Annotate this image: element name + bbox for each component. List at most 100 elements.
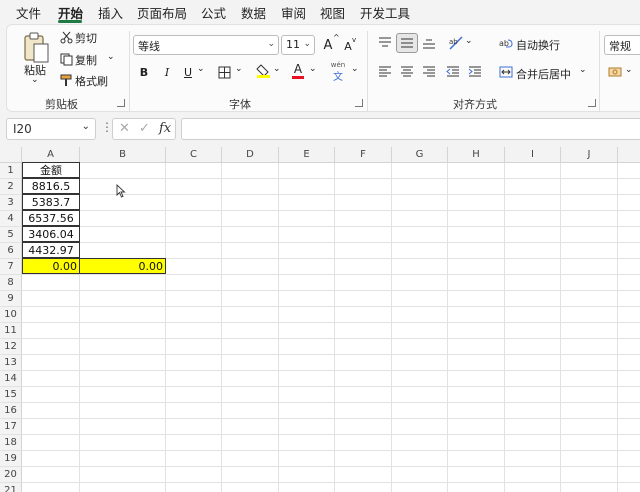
align-center-icon[interactable] (399, 65, 415, 79)
phonetic-dropdown-chevron-icon[interactable]: ⌄ (351, 64, 359, 74)
select-all-corner[interactable] (0, 147, 22, 163)
underline-dropdown-chevron-icon[interactable]: ⌄ (197, 64, 205, 74)
font-launcher-icon[interactable] (355, 99, 363, 107)
menu-page-layout[interactable]: 页面布局 (137, 3, 187, 22)
font-size-dropdown[interactable]: 11 ⌄ (281, 35, 315, 55)
column-header-F[interactable]: F (335, 147, 392, 163)
row-header-8[interactable]: 8 (0, 275, 22, 291)
format-painter-icon[interactable] (59, 73, 73, 87)
orientation-dropdown-chevron-icon[interactable]: ⌄ (465, 36, 473, 46)
format-painter-button[interactable]: 格式刷 (75, 73, 108, 89)
column-header-C[interactable]: C (166, 147, 222, 163)
paste-dropdown-chevron-icon[interactable]: ⌄ (31, 75, 39, 85)
row-header-18[interactable]: 18 (0, 435, 22, 451)
row-header-6[interactable]: 6 (0, 243, 22, 259)
italic-button[interactable]: I (160, 64, 174, 80)
wrap-text-icon[interactable]: ab (499, 36, 513, 50)
align-top-icon[interactable] (377, 35, 393, 51)
row-header-12[interactable]: 12 (0, 339, 22, 355)
merge-center-button[interactable]: 合并后居中 (516, 66, 571, 82)
row-header-20[interactable]: 20 (0, 467, 22, 483)
menu-view[interactable]: 视图 (320, 3, 345, 22)
cell-A7-total[interactable]: 0.00 (22, 258, 80, 274)
copy-icon[interactable] (59, 52, 73, 66)
formula-input[interactable] (181, 118, 640, 140)
cell-A2-amount[interactable]: 8816.5 (22, 178, 80, 194)
column-header-D[interactable]: D (222, 147, 279, 163)
cell-A5-amount[interactable]: 3406.04 (22, 226, 80, 242)
menu-insert[interactable]: 插入 (98, 3, 123, 22)
row-header-17[interactable]: 17 (0, 419, 22, 435)
row-header-11[interactable]: 11 (0, 323, 22, 339)
currency-dropdown-chevron-icon[interactable]: ⌄ (625, 65, 633, 75)
cell-A4-amount[interactable]: 6537.56 (22, 210, 80, 226)
row-header-10[interactable]: 10 (0, 307, 22, 323)
row-header-19[interactable]: 19 (0, 451, 22, 467)
row-header-1[interactable]: 1 (0, 163, 22, 179)
phonetic-guide-icon[interactable]: wén 文 (327, 61, 349, 83)
menu-developer[interactable]: 开发工具 (360, 3, 410, 22)
increase-indent-icon[interactable] (467, 65, 483, 79)
wrap-text-button[interactable]: 自动换行 (516, 37, 560, 53)
copy-dropdown-chevron-icon[interactable]: ⌄ (107, 52, 115, 62)
column-header-H[interactable]: H (448, 147, 505, 163)
column-header-B[interactable]: B (80, 147, 166, 163)
align-bottom-icon[interactable] (421, 35, 437, 51)
borders-dropdown-chevron-icon[interactable]: ⌄ (235, 64, 243, 74)
row-header-21[interactable]: 21 (0, 483, 22, 492)
borders-icon[interactable] (217, 65, 231, 79)
menu-review[interactable]: 审阅 (281, 3, 306, 22)
row-header-9[interactable]: 9 (0, 291, 22, 307)
orientation-icon[interactable]: ab (447, 34, 465, 52)
menu-file[interactable]: 文件 (16, 3, 41, 22)
row-header-15[interactable]: 15 (0, 387, 22, 403)
cell-A6-amount[interactable]: 4432.97 (22, 242, 80, 258)
merge-dropdown-chevron-icon[interactable]: ⌄ (579, 65, 587, 75)
cut-button[interactable]: 剪切 (75, 30, 97, 46)
cancel-formula-icon[interactable]: ✕ (119, 121, 130, 136)
fill-color-dropdown-chevron-icon[interactable]: ⌄ (273, 64, 281, 74)
align-left-icon[interactable] (377, 65, 393, 79)
worksheet-grid[interactable]: A B C D E F G H I J 1 2 3 4 5 6 7 8 9 10… (0, 147, 640, 492)
row-header-16[interactable]: 16 (0, 403, 22, 419)
column-header-G[interactable]: G (392, 147, 448, 163)
column-header-E[interactable]: E (279, 147, 335, 163)
merge-center-icon[interactable] (499, 65, 513, 79)
paste-icon[interactable] (21, 31, 51, 65)
column-header-I[interactable]: I (505, 147, 561, 163)
row-header-7[interactable]: 7 (0, 259, 22, 275)
font-color-dropdown-chevron-icon[interactable]: ⌄ (309, 64, 317, 74)
font-name-dropdown[interactable]: 等线 ⌄ (133, 35, 279, 55)
clipboard-launcher-icon[interactable] (117, 99, 125, 107)
row-header-5[interactable]: 5 (0, 227, 22, 243)
insert-function-button[interactable]: fx (159, 121, 171, 136)
bold-button[interactable]: B (137, 64, 151, 80)
font-color-icon[interactable]: A (291, 63, 305, 79)
column-header-A[interactable]: A (22, 147, 80, 163)
row-header-3[interactable]: 3 (0, 195, 22, 211)
underline-button[interactable]: U (181, 64, 195, 80)
row-header-2[interactable]: 2 (0, 179, 22, 195)
chevron-down-icon[interactable]: ⌄ (82, 121, 90, 132)
currency-format-icon[interactable] (607, 65, 623, 79)
alignment-launcher-icon[interactable] (588, 99, 596, 107)
row-header-4[interactable]: 4 (0, 211, 22, 227)
scissors-icon[interactable] (59, 30, 73, 44)
cell-A1-header[interactable]: 金额 (22, 162, 80, 178)
confirm-formula-icon[interactable]: ✓ (139, 121, 150, 136)
align-right-icon[interactable] (421, 65, 437, 79)
cell-B7-total[interactable]: 0.00 (79, 258, 166, 274)
name-box[interactable]: I20 ⌄ (6, 118, 96, 140)
number-format-dropdown[interactable]: 常规 (604, 35, 640, 55)
row-header-13[interactable]: 13 (0, 355, 22, 371)
copy-button[interactable]: 复制 (75, 52, 97, 68)
column-header-J[interactable]: J (561, 147, 618, 163)
align-middle-icon[interactable] (396, 33, 418, 53)
menu-formulas[interactable]: 公式 (201, 3, 226, 22)
cell-A3-amount[interactable]: 5383.7 (22, 194, 80, 210)
menu-data[interactable]: 数据 (241, 3, 266, 22)
decrease-indent-icon[interactable] (445, 65, 461, 79)
row-header-14[interactable]: 14 (0, 371, 22, 387)
column-header-K[interactable] (618, 147, 640, 163)
fill-color-icon[interactable] (255, 63, 271, 79)
